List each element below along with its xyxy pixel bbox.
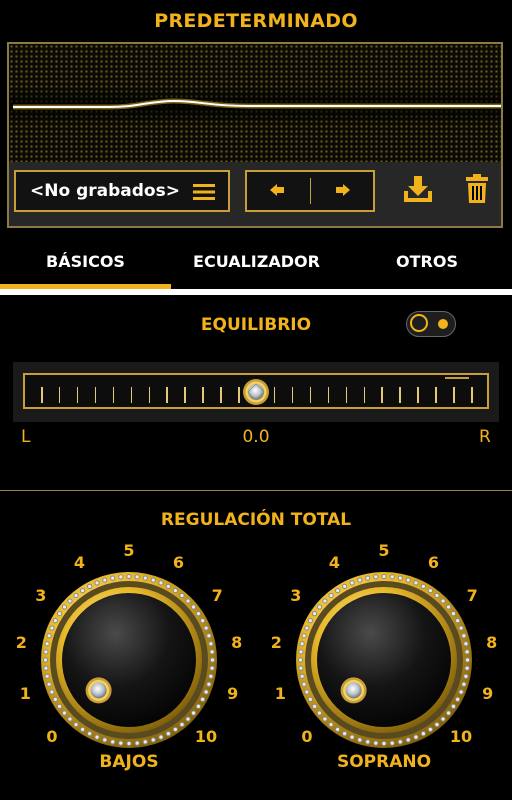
balance-toggle[interactable]: [406, 311, 456, 337]
download-icon: [402, 175, 434, 207]
slider-tick: [58, 387, 61, 403]
knob-scale-label: 4: [328, 552, 341, 572]
knob-scale-label: 8: [231, 632, 243, 652]
knob-scale-label: 7: [466, 585, 478, 605]
trash-icon: [465, 174, 489, 208]
slider-tick: [184, 387, 186, 403]
balance-slider-area: [13, 362, 499, 422]
tab-bar-line: [0, 289, 512, 295]
preset-navigation: [245, 170, 375, 212]
knob-scale-label: 5: [378, 541, 390, 560]
knob-indicator: [340, 677, 367, 704]
list-icon: [193, 182, 217, 206]
section-divider: [0, 490, 512, 491]
slider-tick: [202, 387, 204, 403]
slider-tick: [94, 387, 97, 403]
knob-scale-label: 6: [172, 552, 185, 572]
slider-tick: [453, 387, 455, 403]
slider-tick: [112, 387, 115, 403]
next-preset-button[interactable]: [311, 172, 373, 210]
save-preset-button[interactable]: [398, 172, 438, 210]
knob-scale-label: 2: [15, 632, 27, 652]
slider-mark: [445, 377, 469, 379]
slider-tick: [435, 387, 437, 403]
slider-tick: [327, 387, 330, 403]
knob-scale-label: 10: [449, 727, 473, 747]
delete-preset-button[interactable]: [458, 172, 496, 210]
slider-tick: [399, 387, 401, 403]
slider-tick: [238, 387, 240, 403]
tab-otros[interactable]: OTROS: [342, 252, 512, 271]
slider-tick: [345, 387, 348, 403]
active-tab-indicator: [0, 284, 171, 289]
balance-handle[interactable]: [242, 378, 270, 406]
preset-selected-label: <No grabados>: [30, 181, 180, 201]
knob-scale-label: 7: [211, 585, 223, 605]
knob-scale-label: 9: [227, 683, 239, 703]
arrow-right-icon: [334, 182, 350, 201]
treble-knob-group: 0 1 2 3 4 5 6 7 8 9 10 SOPRANO: [271, 530, 497, 780]
knob-scale-label: 1: [274, 683, 286, 703]
slider-tick: [166, 387, 168, 403]
arrow-left-icon: [270, 182, 286, 201]
slider-tick: [76, 387, 79, 403]
knob-scale-label: 3: [35, 585, 47, 605]
slider-tick: [273, 387, 276, 403]
knob-scale-label: 0: [46, 727, 58, 747]
knob-scale-label: 0: [301, 727, 313, 747]
knob-scale-label: 10: [194, 727, 218, 747]
knob-scale-label: 8: [486, 632, 498, 652]
knob-label: SOPRANO: [336, 752, 432, 772]
slider-tick: [309, 387, 312, 403]
slider-tick: [381, 387, 383, 403]
knob-scale-label: 6: [427, 552, 440, 572]
preset-selector[interactable]: <No grabados>: [14, 170, 230, 212]
knob-indicator: [85, 677, 112, 704]
slider-tick: [363, 387, 365, 403]
toggle-on-indicator: [438, 319, 448, 329]
tab-basicos[interactable]: BÁSICOS: [0, 252, 171, 271]
slider-tick: [220, 387, 222, 403]
slider-tick: [417, 387, 419, 403]
knob-scale-label: 1: [19, 683, 31, 703]
knob-scale-label: 5: [123, 541, 135, 560]
slider-tick: [471, 387, 473, 403]
balance-right-label: R: [479, 427, 491, 447]
balance-value: 0.0: [242, 427, 270, 447]
slider-tick: [130, 387, 133, 403]
knob-scale-label: 9: [482, 683, 494, 703]
toggle-knob: [410, 314, 428, 332]
knob-scale-label: 4: [73, 552, 86, 572]
balance-slider[interactable]: [23, 373, 489, 409]
knob-scale-label: 2: [270, 632, 282, 652]
slider-tick: [148, 387, 150, 403]
prev-preset-button[interactable]: [247, 172, 309, 210]
total-control-title: REGULACIÓN TOTAL: [160, 510, 352, 530]
knob-label: BAJOS: [99, 752, 159, 772]
slider-tick: [291, 387, 294, 403]
slider-tick: [41, 387, 43, 403]
eq-curve-preview: [7, 42, 503, 162]
tab-ecualizador[interactable]: ECUALIZADOR: [171, 252, 342, 271]
bass-knob-group: 0 1 2 3 4 5 6 7 8 9 10 BAJOS: [16, 530, 242, 780]
eq-curve: [9, 86, 501, 126]
page-title: PREDETERMINADO: [154, 10, 358, 32]
knob-scale-label: 3: [290, 585, 302, 605]
